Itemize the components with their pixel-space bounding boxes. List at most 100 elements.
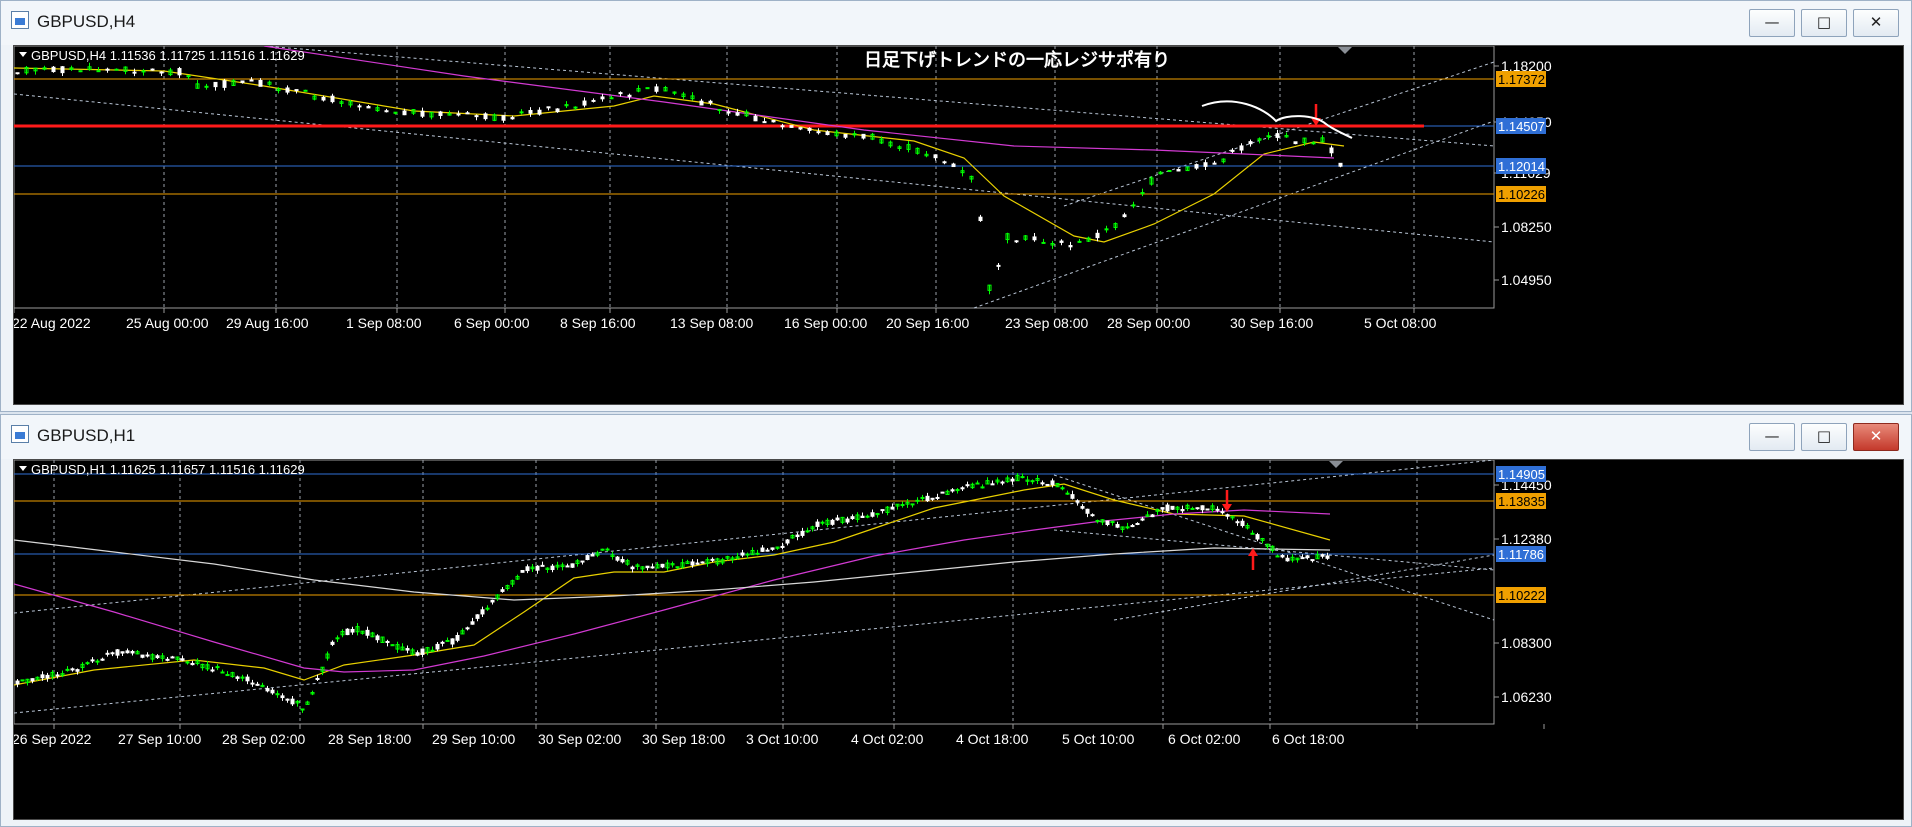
candle-body — [125, 650, 130, 654]
candle-body — [525, 566, 530, 572]
candle-body — [285, 87, 290, 93]
title-bar[interactable]: GBPUSD,H1 — □ ✕ — [1, 415, 1911, 459]
candle-body — [115, 649, 120, 656]
candle-body — [975, 482, 980, 485]
candle-body — [1060, 487, 1065, 490]
candle-body — [420, 110, 425, 117]
candle-body — [303, 89, 308, 92]
candle-body — [100, 658, 105, 661]
time-tick-label: 13 Sep 08:00 — [670, 315, 754, 331]
time-tick-label: 29 Aug 16:00 — [226, 315, 309, 331]
candle-body — [695, 562, 700, 565]
price-chart-h4[interactable]: GBPUSD,H4 1.11536 1.11725 1.11516 1.1162… — [13, 45, 1904, 405]
moving-average-line — [14, 483, 1331, 686]
candle-body — [740, 552, 745, 556]
chart-window-icon — [11, 11, 29, 29]
candle-body — [735, 112, 740, 116]
time-tick-label: 30 Sep 18:00 — [642, 731, 726, 747]
price-chart-h1[interactable]: GBPUSD,H1 1.11625 1.11657 1.11516 1.1162… — [13, 459, 1904, 820]
time-tick-label: 30 Sep 16:00 — [1230, 315, 1314, 331]
time-tick-label: 4 Oct 02:00 — [851, 731, 924, 747]
candle-body — [950, 489, 955, 492]
candle-body — [1041, 241, 1046, 244]
candle-body — [1300, 557, 1305, 560]
price-tick-label: 1.04950 — [1501, 272, 1552, 288]
candle-body — [450, 638, 455, 645]
plot-area — [14, 460, 1495, 725]
candle-body — [159, 71, 164, 74]
candle-body — [490, 599, 495, 603]
minimize-button[interactable]: — — [1749, 423, 1795, 451]
candle-body — [699, 100, 704, 106]
time-tick-label: 25 Aug 00:00 — [126, 315, 209, 331]
candle-body — [1239, 145, 1244, 151]
candle-body — [1212, 162, 1217, 165]
candle-body — [290, 698, 295, 705]
candle-body — [215, 666, 220, 669]
candle-body — [546, 106, 551, 109]
candle-body — [335, 637, 340, 640]
minimize-button[interactable]: — — [1749, 9, 1795, 37]
candle-body — [980, 486, 985, 489]
chart-canvas[interactable]: GBPUSD,H1 1.11625 1.11657 1.11516 1.1162… — [14, 460, 1903, 819]
candle-body — [865, 515, 870, 518]
close-button[interactable]: ✕ — [1853, 9, 1899, 37]
candle-body — [185, 661, 190, 664]
time-tick-label: 28 Sep 02:00 — [222, 731, 306, 747]
candle-body — [500, 589, 505, 592]
chart-canvas[interactable]: GBPUSD,H4 1.11536 1.11725 1.11516 1.1162… — [14, 46, 1903, 404]
candle-body — [580, 560, 585, 563]
candle-body — [140, 654, 145, 658]
candle-body — [415, 652, 420, 656]
candle-body — [620, 559, 625, 563]
candle-body — [1000, 481, 1005, 484]
moving-average-line — [14, 509, 1331, 673]
candle-body — [930, 497, 935, 500]
candle-body — [51, 66, 56, 73]
candle-body — [1122, 214, 1127, 218]
candle-body — [265, 688, 270, 692]
close-button[interactable]: ✕ — [1853, 423, 1899, 451]
candle-body — [90, 659, 95, 662]
candle-body — [222, 80, 227, 88]
chart-window-h1[interactable]: GBPUSD,H1 — □ ✕ GBPUSD,H1 1.11625 1.1165… — [0, 414, 1912, 827]
candle-body — [890, 506, 895, 510]
candle-body — [770, 547, 775, 550]
candle-body — [1167, 170, 1172, 173]
candle-body — [483, 113, 488, 120]
chart-window-h4[interactable]: GBPUSD,H4 — □ ✕ GBPUSD,H4 1.11536 1.1172… — [0, 0, 1912, 412]
candle-body — [1338, 162, 1343, 167]
time-tick-label: 28 Sep 00:00 — [1107, 315, 1191, 331]
candle-body — [762, 121, 767, 124]
candle-body — [528, 110, 533, 114]
candle-body — [780, 125, 785, 128]
price-level-label: 1.11786 — [1498, 547, 1544, 562]
time-tick-label: 8 Sep 16:00 — [560, 315, 636, 331]
time-tick-label: 20 Sep 16:00 — [886, 315, 970, 331]
maximize-button[interactable]: □ — [1801, 423, 1847, 451]
title-bar[interactable]: GBPUSD,H4 — □ ✕ — [1, 1, 1911, 45]
candle-body — [285, 698, 290, 701]
candle-body — [765, 549, 770, 552]
candle-body — [1065, 492, 1070, 495]
chart-window-icon — [11, 425, 29, 443]
candle-body — [726, 111, 731, 114]
price-tick-label: 1.08300 — [1501, 635, 1552, 651]
time-tick-label: 22 Aug 2022 — [14, 315, 91, 331]
candle-body — [165, 658, 170, 661]
candle-body — [870, 512, 875, 517]
candle-body — [270, 689, 275, 694]
candle-body — [470, 621, 475, 625]
candle-body — [190, 662, 195, 666]
candle-body — [1077, 240, 1082, 243]
maximize-button[interactable]: □ — [1801, 9, 1847, 37]
candle-body — [591, 99, 596, 102]
candle-body — [1266, 135, 1271, 138]
candle-body — [861, 133, 866, 139]
candle-body — [255, 683, 260, 686]
time-tick-label: 6 Oct 02:00 — [1168, 731, 1241, 747]
candle-body — [235, 676, 240, 679]
candle-body — [1235, 521, 1240, 524]
candle-body — [843, 133, 848, 138]
candle-body — [280, 695, 285, 699]
